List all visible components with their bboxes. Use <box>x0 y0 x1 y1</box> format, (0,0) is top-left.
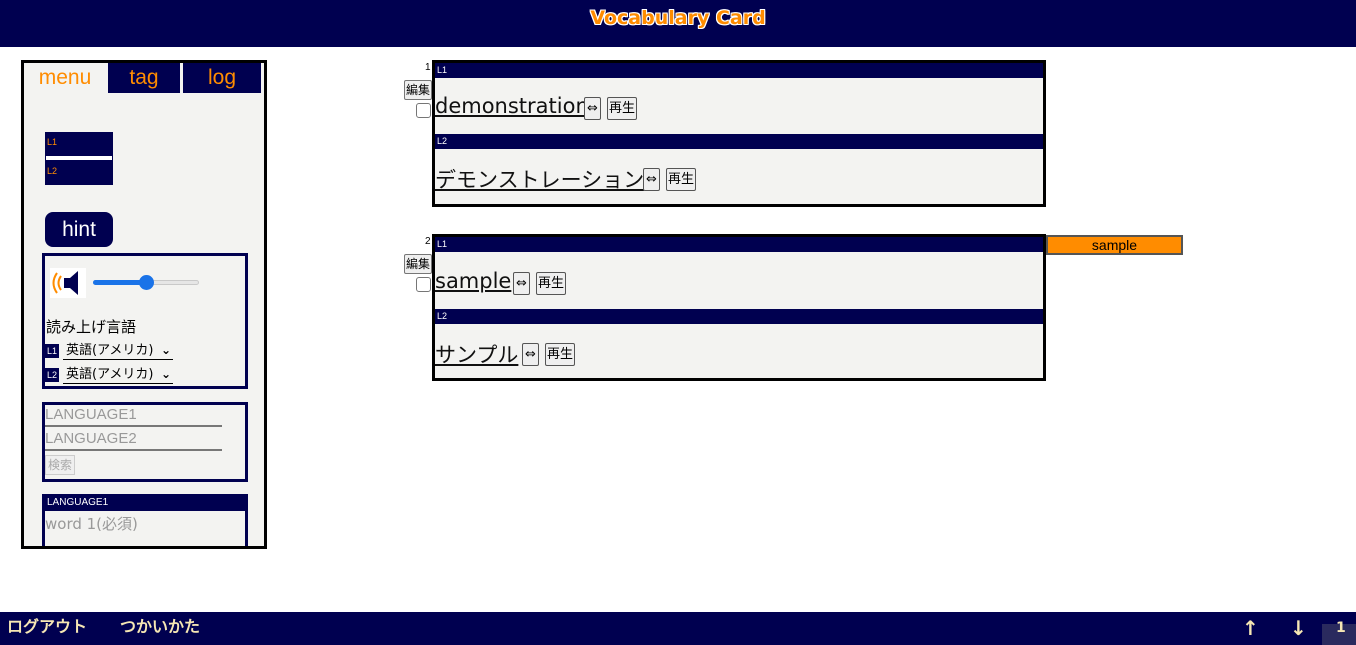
card-checkbox[interactable] <box>416 277 431 292</box>
tab-tag[interactable]: tag <box>108 63 180 93</box>
l1-voice-value: 英語(アメリカ) <box>66 343 154 358</box>
card-index: 2 <box>425 236 431 247</box>
card-l1-word[interactable]: sample <box>435 269 511 293</box>
card-checkbox[interactable] <box>416 103 431 118</box>
play-button[interactable]: 再生 <box>536 272 566 295</box>
vocabulary-card: L1 demonstration ⇔ 再生 L2 デモンストレーション ⇔ 再生 <box>432 60 1046 207</box>
volume-thumb[interactable] <box>139 275 154 290</box>
sidebar-panel: menu tag log L1 L2 hint 読み上げ言語 L1 英語(アメリ… <box>21 60 267 549</box>
play-button[interactable]: 再生 <box>607 97 637 120</box>
swap-button[interactable]: ⇔ <box>522 343 539 366</box>
card-l1-header: L1 <box>435 237 1043 252</box>
speech-language-heading: 読み上げ言語 <box>46 318 137 336</box>
language1-search-input[interactable]: LANGUAGE1 <box>45 405 222 427</box>
thumb-divider <box>46 156 112 160</box>
add-form-header: LANGUAGE1 <box>45 494 245 511</box>
add-word-form: LANGUAGE1 word 1(必須) <box>42 494 248 546</box>
search-panel: LANGUAGE1 LANGUAGE2 検索 <box>42 402 248 482</box>
l1-badge: L1 <box>45 344 59 358</box>
card-l2-word[interactable]: デモンストレーション <box>435 164 644 194</box>
card-l1-header: L1 <box>435 63 1043 78</box>
thumb-l2-label: L2 <box>47 166 58 176</box>
tab-menu[interactable]: menu <box>24 63 106 93</box>
howto-link[interactable]: つかいかた <box>120 613 200 637</box>
speaker-icon[interactable] <box>50 268 86 298</box>
swap-button[interactable]: ⇔ <box>513 272 530 295</box>
card-l2-word[interactable]: サンプル <box>435 339 518 369</box>
play-button[interactable]: 再生 <box>545 343 575 366</box>
scroll-down-icon[interactable]: ↓ <box>1290 616 1307 640</box>
app-title: Vocabulary Card <box>590 7 766 29</box>
card-l1-word[interactable]: demonstration <box>435 94 589 118</box>
scroll-up-icon[interactable]: ↑ <box>1242 616 1259 640</box>
search-button[interactable]: 検索 <box>45 455 75 475</box>
page-number: 1 <box>1336 620 1346 636</box>
footer-bar: ログアウト つかいかた ↑ ↓ 1 <box>0 612 1356 645</box>
logout-link[interactable]: ログアウト <box>7 613 87 637</box>
card-l2-header: L2 <box>435 309 1043 324</box>
l2-voice-select[interactable]: 英語(アメリカ) ⌄ <box>63 366 173 384</box>
speech-settings: 読み上げ言語 L1 英語(アメリカ) ⌄ L2 英語(アメリカ) ⌄ <box>42 253 248 389</box>
vocabulary-card: L1 sample ⇔ 再生 L2 サンプル ⇔ 再生 <box>432 234 1046 381</box>
hint-button[interactable]: hint <box>45 212 113 247</box>
tag-chip[interactable]: sample <box>1046 235 1183 255</box>
play-button[interactable]: 再生 <box>666 168 696 191</box>
word1-input[interactable]: word 1(必須) <box>45 513 235 534</box>
language2-search-input[interactable]: LANGUAGE2 <box>45 429 222 451</box>
volume-slider[interactable] <box>91 274 201 290</box>
l2-badge: L2 <box>45 368 59 382</box>
swap-button[interactable]: ⇔ <box>643 168 660 191</box>
edit-button[interactable]: 編集 <box>404 80 432 100</box>
l1-voice-select[interactable]: 英語(アメリカ) ⌄ <box>63 342 173 360</box>
card-display-toggle[interactable]: L1 L2 <box>45 132 113 185</box>
chevron-down-icon: ⌄ <box>160 343 171 357</box>
swap-button[interactable]: ⇔ <box>584 97 601 120</box>
card-l2-header: L2 <box>435 134 1043 149</box>
tab-log[interactable]: log <box>183 63 261 93</box>
edit-button[interactable]: 編集 <box>404 254 432 274</box>
l2-voice-value: 英語(アメリカ) <box>66 367 154 382</box>
thumb-l1-label: L1 <box>47 137 58 147</box>
sidebar-tabs: menu tag log <box>24 63 264 93</box>
header-bar: Vocabulary Card <box>0 0 1356 47</box>
card-index: 1 <box>425 62 431 73</box>
chevron-down-icon: ⌄ <box>160 367 171 381</box>
